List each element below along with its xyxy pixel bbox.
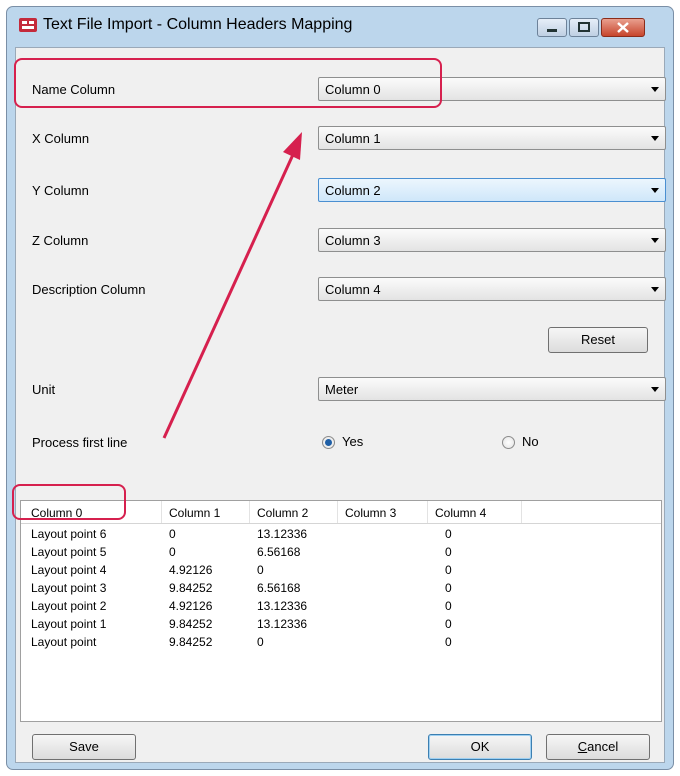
annotation-arrow-icon <box>162 132 302 439</box>
